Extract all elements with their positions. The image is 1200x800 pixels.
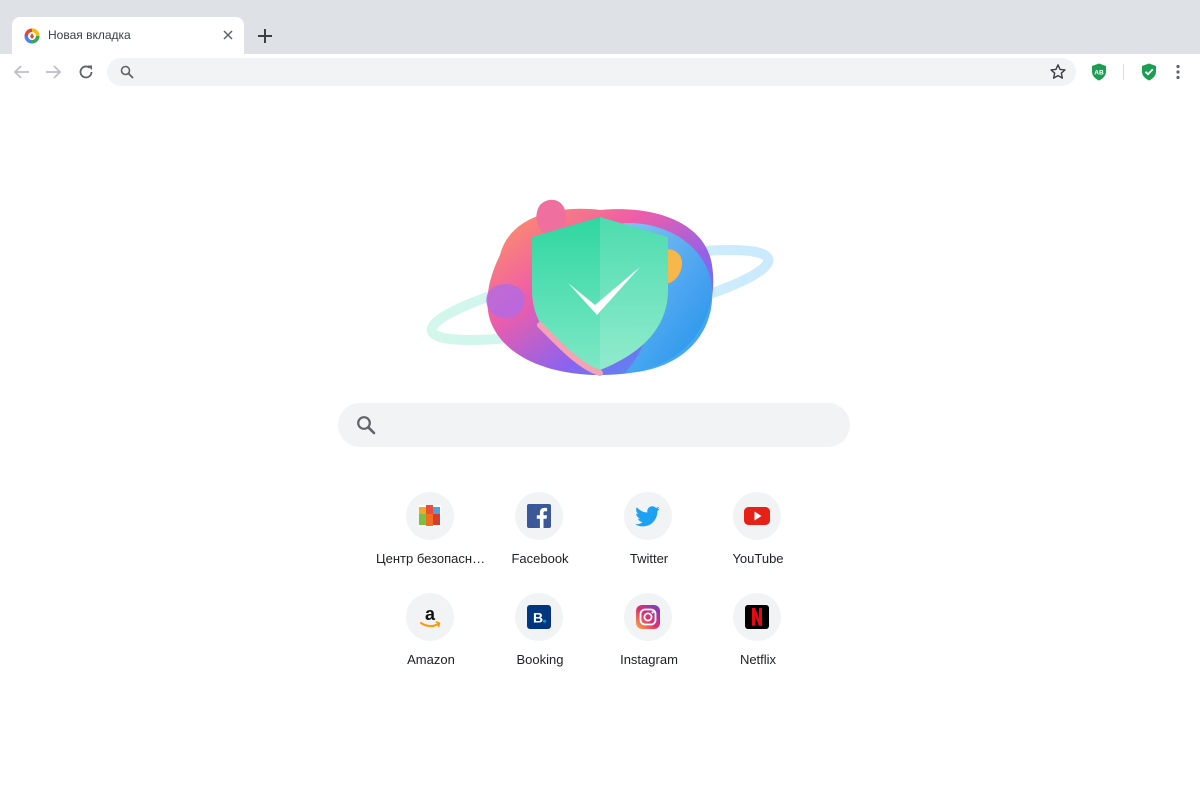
new-tab-plus-icon[interactable] bbox=[255, 26, 275, 46]
facebook-icon bbox=[527, 504, 551, 528]
address-input[interactable] bbox=[143, 58, 1027, 88]
toolbar-divider bbox=[1123, 64, 1124, 80]
shortcut-icon-circle bbox=[624, 593, 672, 641]
shortcut-label: Booking bbox=[516, 652, 564, 667]
search-icon bbox=[357, 416, 376, 435]
shortcut-booking[interactable]: B Booking bbox=[485, 592, 595, 682]
amazon-icon: a bbox=[420, 604, 441, 628]
adblock-shield-icon[interactable]: AB bbox=[1089, 62, 1109, 82]
shortcut-avg-security[interactable]: Центр безопасности bbox=[376, 491, 486, 581]
shortcut-icon-circle bbox=[624, 492, 672, 540]
shortcut-label: Facebook bbox=[511, 551, 569, 566]
search-box[interactable] bbox=[338, 403, 850, 449]
menu-dots-icon[interactable] bbox=[1168, 62, 1188, 82]
bookmark-star-icon[interactable] bbox=[1049, 63, 1067, 81]
shortcut-icon-circle bbox=[406, 492, 454, 540]
address-bar[interactable] bbox=[107, 58, 1076, 88]
shortcut-icon-circle bbox=[515, 492, 563, 540]
shortcut-icon-circle bbox=[733, 492, 781, 540]
twitter-icon bbox=[635, 506, 660, 527]
tab-new-tab[interactable]: Новая вкладка bbox=[12, 17, 244, 54]
shortcut-facebook[interactable]: Facebook bbox=[485, 491, 595, 581]
shortcut-icon-circle: B bbox=[515, 593, 563, 641]
back-arrow-icon[interactable] bbox=[12, 62, 32, 82]
search-input[interactable] bbox=[390, 403, 834, 449]
security-shield-icon[interactable] bbox=[1139, 62, 1159, 82]
tab-strip: Новая вкладка bbox=[0, 0, 1200, 54]
svg-text:B: B bbox=[533, 610, 543, 626]
shortcut-netflix[interactable]: Netflix bbox=[703, 592, 813, 682]
shortcut-label: Twitter bbox=[629, 551, 669, 566]
shortcut-label: Instagram bbox=[620, 652, 678, 667]
svg-text:a: a bbox=[425, 604, 436, 624]
shortcut-icon-circle: a bbox=[406, 593, 454, 641]
shortcut-label: Центр безопасности bbox=[376, 551, 486, 566]
adblock-label: AB bbox=[1094, 69, 1104, 76]
toolbar: AB bbox=[0, 54, 1200, 90]
close-tab-icon[interactable] bbox=[220, 27, 236, 43]
avg-icon bbox=[419, 505, 441, 527]
youtube-icon bbox=[744, 507, 770, 525]
netflix-icon bbox=[745, 605, 769, 629]
shortcut-label: Netflix bbox=[739, 652, 777, 667]
shortcut-label: Amazon bbox=[407, 652, 455, 667]
shortcut-label: YouTube bbox=[732, 551, 784, 566]
forward-arrow-icon[interactable] bbox=[43, 62, 63, 82]
booking-icon: B bbox=[527, 605, 551, 629]
shortcut-instagram[interactable]: Instagram bbox=[594, 592, 704, 682]
security-shield-illustration bbox=[426, 199, 774, 376]
shortcut-icon-circle bbox=[733, 593, 781, 641]
shortcut-youtube[interactable]: YouTube bbox=[703, 491, 813, 581]
tab-title: Новая вкладка bbox=[48, 28, 131, 42]
reload-icon[interactable] bbox=[76, 62, 96, 82]
search-icon bbox=[120, 65, 134, 79]
shortcut-twitter[interactable]: Twitter bbox=[594, 491, 704, 581]
shortcut-amazon[interactable]: a Amazon bbox=[376, 592, 486, 682]
browser-logo-icon bbox=[24, 28, 40, 44]
instagram-icon bbox=[636, 605, 660, 629]
